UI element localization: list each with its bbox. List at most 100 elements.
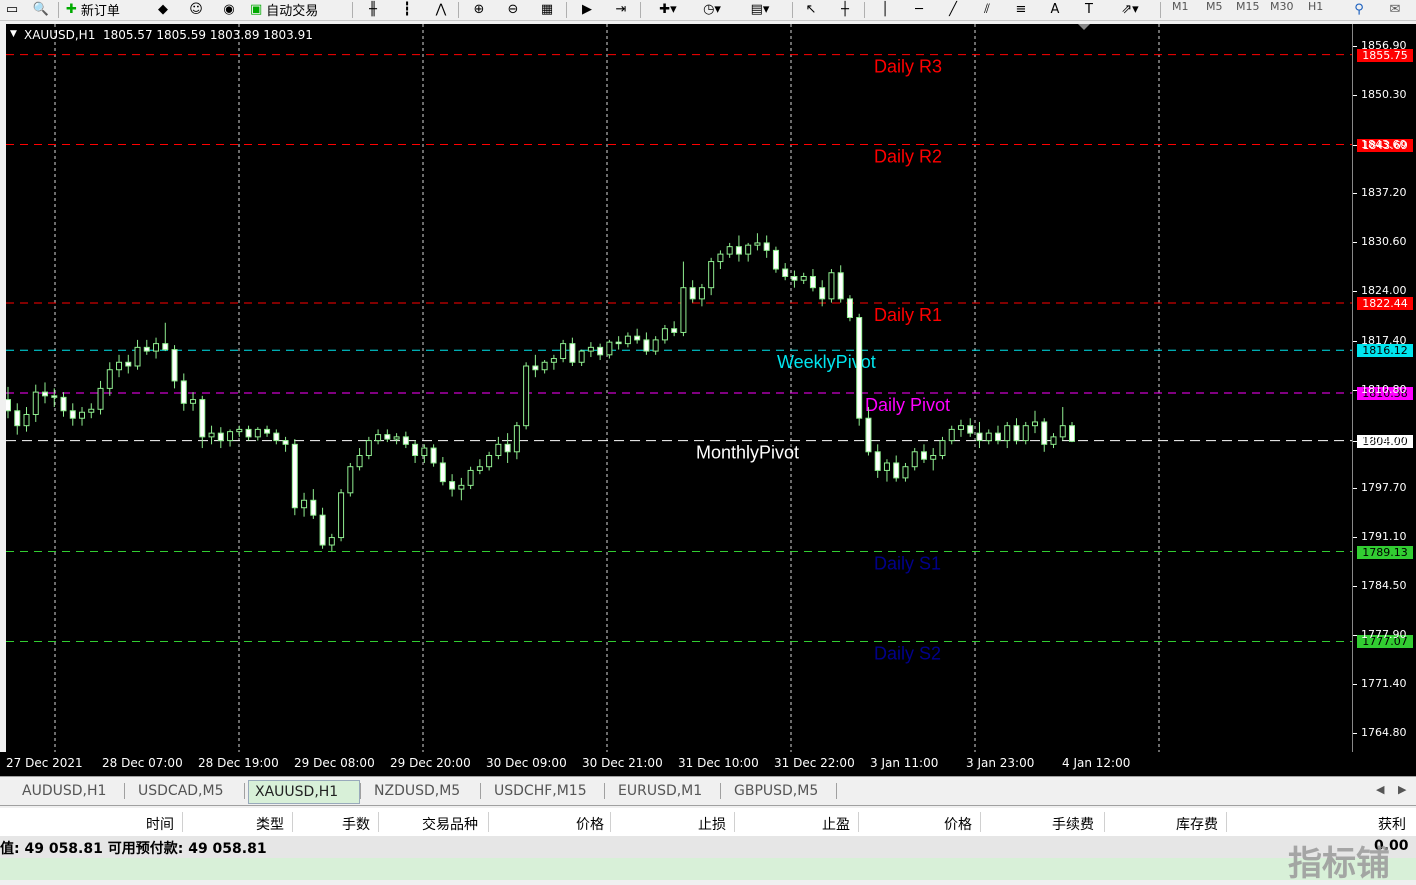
equidistant-channel-icon[interactable]: ⫽ (976, 0, 998, 18)
periods-icon[interactable]: ◷▾ (694, 0, 730, 18)
cursor-icon[interactable]: ↖ (800, 0, 822, 18)
candle (606, 339, 613, 359)
price-tick (1353, 46, 1357, 47)
tab-gbpusd-m5[interactable]: GBPUSD,M5 (728, 780, 824, 802)
price-chart[interactable]: Daily R3 Daily R2 Daily R1 WeeklyPivot Daily… (6, 24, 1352, 752)
candle (994, 425, 1001, 445)
chat-icon[interactable]: ✉ (1384, 0, 1406, 18)
candle (273, 429, 280, 445)
candle (384, 429, 391, 443)
candle-body-bull (717, 253, 724, 263)
timeframe-h1[interactable]: H1 (1308, 0, 1323, 14)
candle (957, 419, 964, 437)
bar-chart-icon[interactable]: ╫ (362, 0, 384, 18)
horizontal-line-icon[interactable]: ─ (908, 0, 930, 18)
zoom-out-icon[interactable]: ⊖ (502, 0, 524, 18)
candle-body-bear (856, 317, 863, 419)
zoom-icon[interactable]: 🔍 (30, 0, 52, 18)
candle-body-bear (1013, 425, 1020, 442)
tab-usdcad-m5[interactable]: USDCAD,M5 (132, 780, 229, 802)
trendline-icon[interactable]: ╱ (942, 0, 964, 18)
crosshair-icon[interactable]: ┼ (834, 0, 856, 18)
timeframe-m5[interactable]: M5 (1206, 0, 1223, 14)
candle-body-bull (338, 492, 345, 539)
chart-shift-marker[interactable] (1078, 24, 1090, 30)
price-tick-label: 1830.60 (1361, 235, 1407, 249)
chart-shift-icon[interactable]: ⇥ (610, 0, 632, 18)
arrows-icon[interactable]: ⇗▾ (1112, 0, 1148, 18)
time-axis: 27 Dec 2021 28 Dec 07:00 28 Dec 19:00 29 De… (0, 752, 1416, 776)
candle-body-bear (42, 391, 49, 397)
candle-body-bull (957, 425, 964, 430)
candle (430, 444, 437, 467)
metaeditor-icon[interactable]: ◆ (152, 0, 174, 18)
candle (717, 250, 724, 270)
candle-body-bull (661, 328, 668, 341)
col-current-price[interactable]: 价格 (944, 814, 972, 834)
candle-body-bull (190, 399, 197, 404)
col-type[interactable]: 类型 (256, 814, 284, 834)
status-bar (0, 858, 1416, 880)
price-axis: 1855.75 1843.69 1822.44 1816.12 1810.38 1804.… (1352, 24, 1416, 752)
pivot-label: Daily Pivot (865, 395, 950, 415)
new-order-button[interactable]: ✚ 新订单 (66, 0, 148, 19)
text-icon[interactable]: A (1044, 0, 1066, 18)
candle (883, 459, 890, 482)
zoom-in-icon[interactable]: ⊕ (468, 0, 490, 18)
price-tick-label: 1777.90 (1361, 628, 1407, 642)
templates-icon[interactable]: ▤▾ (742, 0, 778, 18)
tab-scroll-left-icon[interactable]: ◀ (1376, 783, 1384, 796)
candle (828, 269, 835, 303)
candle-body-bull (680, 287, 687, 333)
text-label-icon[interactable]: T (1078, 0, 1100, 18)
col-commission[interactable]: 手续费 (1052, 814, 1094, 834)
candle-chart-icon[interactable]: ┇ (396, 0, 418, 18)
col-volume[interactable]: 手数 (342, 814, 370, 834)
candle-body-bull (476, 466, 483, 471)
line-chart-icon[interactable]: ⋀ (430, 0, 452, 18)
candle-body-bull (948, 428, 955, 442)
col-stop-loss[interactable]: 止损 (698, 814, 726, 834)
signal-icon[interactable]: ◉ (218, 0, 240, 18)
user-icon[interactable]: ☺ (185, 0, 207, 18)
candle (985, 429, 992, 445)
tab-audusd-h1[interactable]: AUDUSD,H1 (16, 780, 112, 802)
col-symbol[interactable]: 交易品种 (422, 814, 478, 834)
auto-trade-button[interactable]: ▣ 自动交易 (250, 0, 346, 19)
col-profit[interactable]: 获利 (1378, 814, 1406, 834)
tab-eurusd-m1[interactable]: EURUSD,M1 (612, 780, 708, 802)
fibonacci-icon[interactable]: ≡ (1010, 0, 1032, 18)
candle-body-bear (782, 268, 789, 277)
price-tick (1353, 242, 1357, 244)
vertical-line-icon[interactable]: │ (874, 0, 896, 18)
tab-nzdusd-m5[interactable]: NZDUSD,M5 (368, 780, 466, 802)
auto-trade-label: 自动交易 (266, 3, 319, 19)
candle (976, 421, 983, 449)
col-take-profit[interactable]: 止盈 (822, 814, 850, 834)
timeframe-m30[interactable]: M30 (1270, 0, 1294, 14)
candle (763, 235, 770, 258)
tile-windows-icon[interactable]: ▦ (536, 0, 558, 18)
col-time[interactable]: 时间 (146, 814, 174, 834)
col-price[interactable]: 价格 (576, 814, 604, 834)
candle (846, 295, 853, 322)
auto-scroll-icon[interactable]: ▶ (576, 0, 598, 18)
candle (1041, 418, 1048, 452)
window-icon[interactable]: ▭ (2, 0, 22, 18)
candle (680, 261, 687, 337)
tab-xauusd-h1[interactable]: XAUUSD,H1 (248, 780, 360, 804)
tab-usdchf-m15[interactable]: USDCHF,M15 (488, 780, 593, 802)
chart-menu-icon[interactable]: ▼ (10, 29, 17, 39)
search-icon[interactable]: ⚲ (1348, 0, 1370, 18)
candle-body-bull (754, 242, 761, 246)
candle-body-bull (328, 537, 335, 546)
candle-body-bull (421, 447, 428, 457)
candle-body-bull (254, 428, 261, 438)
indicators-icon[interactable]: ✚▾ (650, 0, 686, 18)
candle (550, 354, 557, 370)
timeframe-m15[interactable]: M15 (1236, 0, 1260, 14)
tab-scroll-right-icon[interactable]: ▶ (1398, 783, 1406, 796)
col-swap[interactable]: 库存费 (1176, 814, 1218, 834)
price-tick-label: 1784.50 (1361, 579, 1407, 593)
timeframe-m1[interactable]: M1 (1172, 0, 1189, 14)
